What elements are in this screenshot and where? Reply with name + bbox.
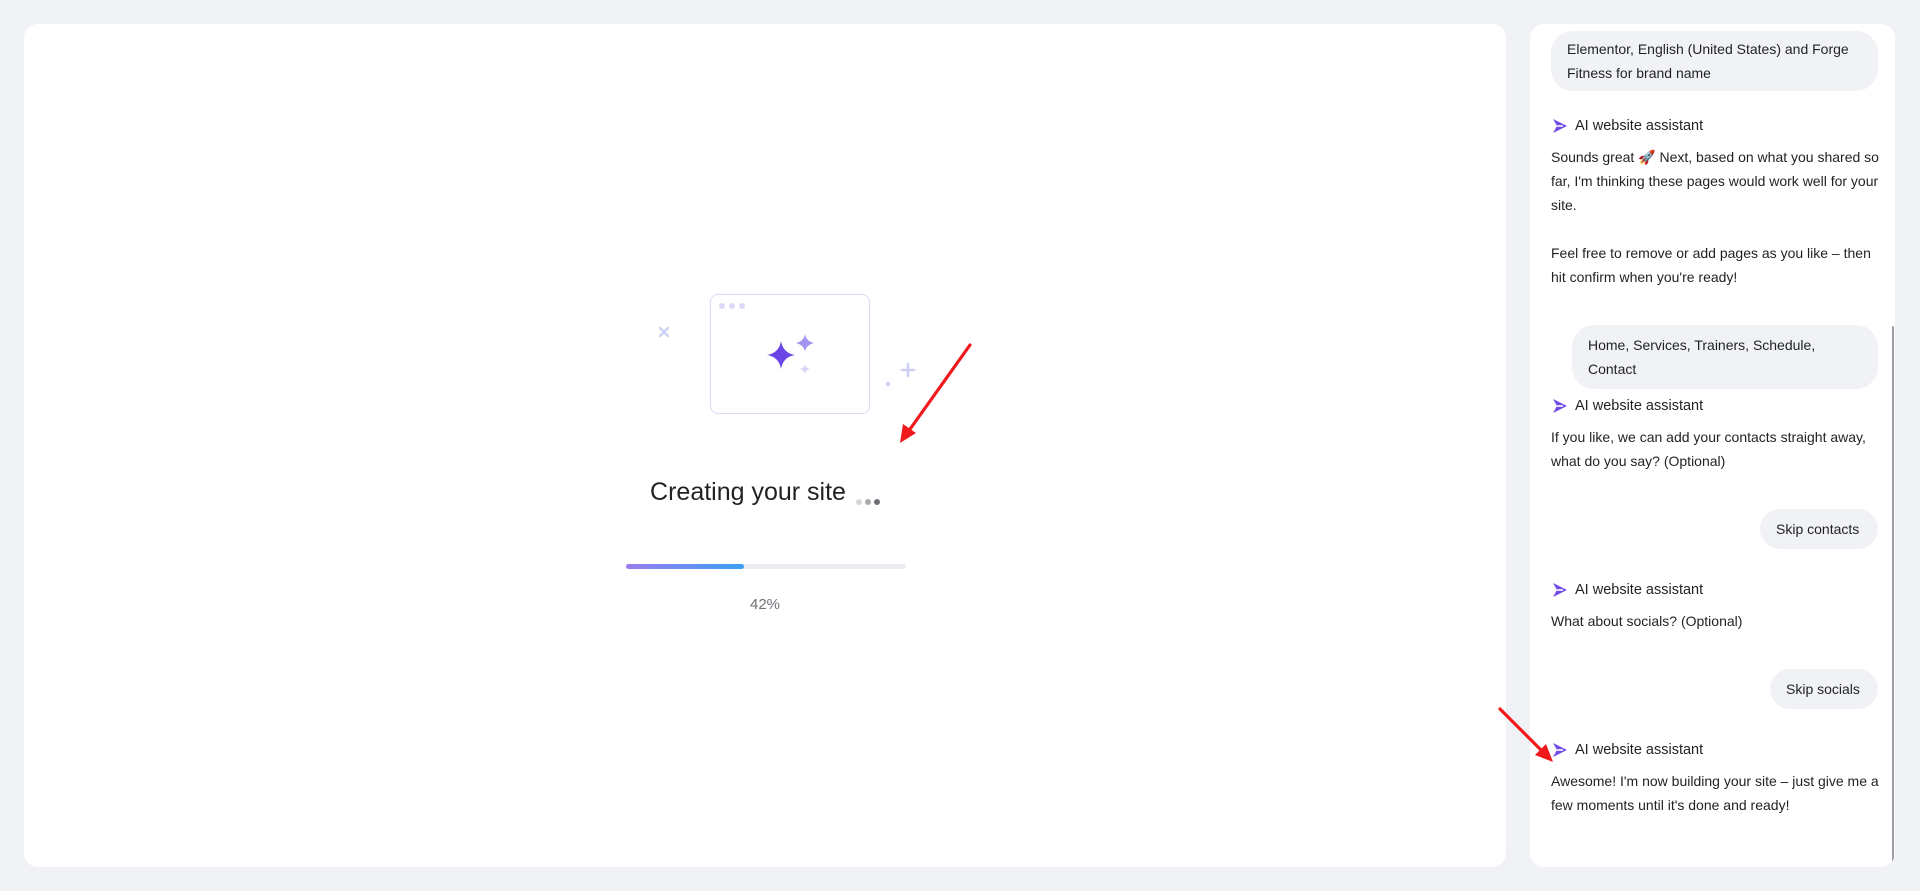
site-creation-panel: Creating your site 42% — [24, 24, 1506, 867]
assistant-name: AI website assistant — [1575, 398, 1704, 414]
assistant-message-text: Sounds great 🚀 Next, based on what you s… — [1551, 149, 1879, 213]
sparkle-icon — [1553, 743, 1567, 757]
assistant-message-text: Awesome! I'm now building your site – ju… — [1551, 773, 1879, 813]
user-message: Home, Services, Trainers, Schedule, Cont… — [1572, 325, 1878, 389]
user-message: Elementor, English (United States) and F… — [1551, 31, 1878, 91]
assistant-message-text: What about socials? (Optional) — [1551, 613, 1743, 629]
loading-dots — [855, 499, 880, 507]
assistant-message: What about socials? (Optional) — [1551, 609, 1881, 633]
sparkle-icon — [1553, 399, 1567, 413]
assistant-header: AI website assistant — [1551, 118, 1703, 134]
progress-fill — [626, 564, 744, 569]
loading-dot — [873, 499, 880, 505]
assistant-header: AI website assistant — [1551, 742, 1703, 758]
user-message-text: Skip socials — [1786, 681, 1860, 697]
status-title: Creating your site — [650, 478, 846, 506]
creation-illustration — [650, 272, 930, 432]
assistant-message: If you like, we can add your contacts st… — [1551, 425, 1881, 473]
status-title-row: Creating your site — [24, 478, 1506, 507]
sparkle-star-icon — [766, 333, 814, 374]
sparkle-icon — [1553, 583, 1567, 597]
user-message: Skip socials — [1770, 669, 1878, 709]
assistant-message: Sounds great 🚀 Next, based on what you s… — [1551, 145, 1881, 289]
loading-dot — [855, 499, 862, 505]
assistant-header: AI website assistant — [1551, 398, 1703, 414]
chat-scrollbar[interactable] — [1892, 326, 1894, 862]
assistant-message-text: If you like, we can add your contacts st… — [1551, 429, 1866, 469]
assistant-message: Awesome! I'm now building your site – ju… — [1551, 769, 1881, 817]
chat-history[interactable]: Elementor, English (United States) and F… — [1530, 24, 1895, 867]
assistant-message-text: Feel free to remove or add pages as you … — [1551, 245, 1871, 285]
ai-chat-panel: Elementor, English (United States) and F… — [1530, 24, 1895, 867]
assistant-header: AI website assistant — [1551, 582, 1703, 598]
sparkle-icon — [1553, 119, 1567, 133]
user-message-text: Skip contacts — [1776, 521, 1860, 537]
user-message-text: Elementor, English (United States) and F… — [1567, 41, 1849, 81]
progress-percent: 42% — [749, 596, 781, 613]
progress-bar — [626, 564, 906, 569]
loading-dot — [864, 499, 871, 505]
browser-frame — [710, 294, 870, 414]
assistant-name: AI website assistant — [1575, 582, 1704, 598]
assistant-name: AI website assistant — [1575, 742, 1704, 758]
user-message: Skip contacts — [1760, 509, 1878, 549]
assistant-name: AI website assistant — [1575, 118, 1704, 134]
user-message-text: Home, Services, Trainers, Schedule, Cont… — [1588, 337, 1816, 377]
